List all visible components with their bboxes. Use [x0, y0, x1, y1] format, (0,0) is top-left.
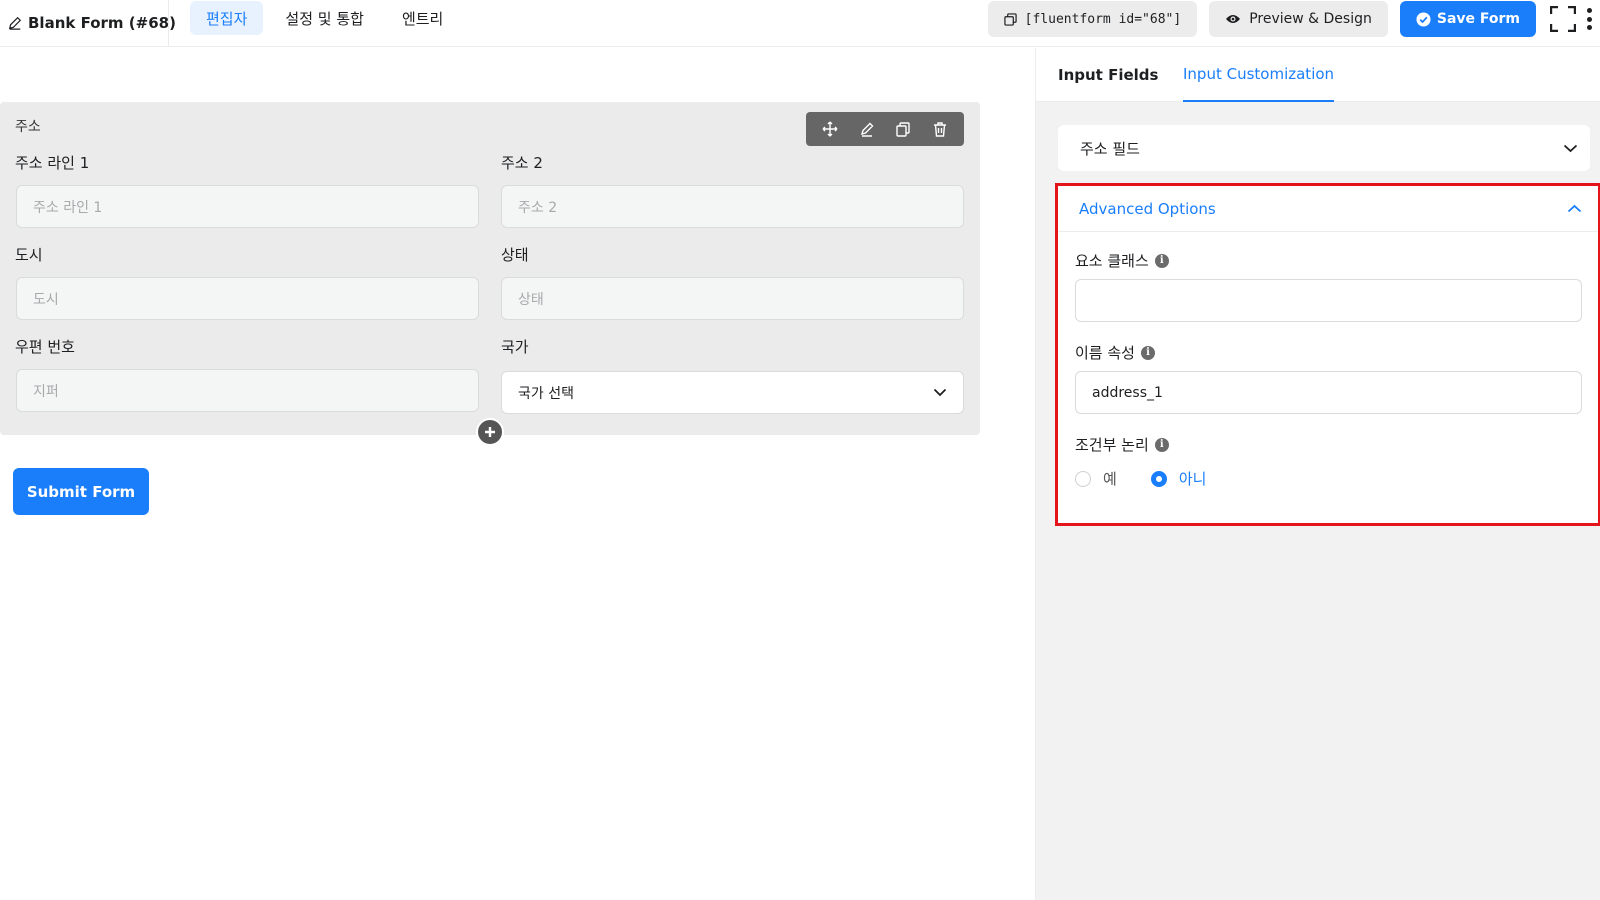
- radio-yes-circle[interactable]: [1075, 470, 1091, 487]
- chevron-down-icon: [933, 388, 947, 397]
- state-input[interactable]: 상태: [501, 277, 964, 320]
- preview-design-button[interactable]: Preview & Design: [1209, 1, 1388, 37]
- shortcode-text: [fluentform id="68"]: [1024, 11, 1182, 27]
- address-field-section[interactable]: 주소 필드: [1058, 125, 1590, 171]
- top-bar: Blank Form (#68) 편집자 설정 및 통합 엔트리 [fluent…: [0, 0, 1600, 47]
- radio-yes-label: 예: [1103, 470, 1117, 488]
- panel-tabs: Input Fields Input Customization: [1036, 48, 1600, 102]
- more-options-icon[interactable]: [1586, 6, 1592, 32]
- address-line1-input[interactable]: 주소 라인 1: [16, 185, 479, 228]
- save-form-button[interactable]: Save Form: [1399, 1, 1536, 37]
- advanced-options-header[interactable]: Advanced Options: [1058, 186, 1598, 232]
- zip-label: 우편 번호: [15, 338, 75, 356]
- element-class-label: 요소 클래스 i: [1075, 250, 1169, 271]
- zip-input[interactable]: 지퍼: [16, 369, 479, 412]
- shortcode-button[interactable]: [fluentform id="68"]: [987, 1, 1198, 37]
- tab-editor[interactable]: 편집자: [190, 1, 264, 35]
- tab-entries[interactable]: 엔트리: [386, 1, 459, 35]
- conditional-logic-label: 조건부 논리 i: [1075, 434, 1169, 455]
- address-field-label: 주소: [15, 119, 41, 135]
- plus-icon: [485, 427, 495, 437]
- save-form-label: Save Form: [1436, 11, 1520, 27]
- tab-input-customization[interactable]: Input Customization: [1183, 48, 1335, 102]
- check-circle-icon: [1416, 11, 1431, 27]
- radio-no[interactable]: 아니: [1150, 468, 1207, 489]
- city-input[interactable]: 도시: [16, 277, 479, 320]
- eye-icon: [1226, 15, 1241, 23]
- name-attribute-label-text: 이름 속성: [1075, 344, 1135, 362]
- trash-icon[interactable]: [932, 121, 948, 137]
- city-label: 도시: [15, 246, 43, 264]
- address-field-card[interactable]: 주소 주소 라인 1 주소 라인 1 주소 2 주소 2 도시 도시 상태 상태…: [0, 102, 980, 435]
- move-icon[interactable]: [822, 121, 838, 137]
- chevron-down-icon: [1563, 144, 1578, 152]
- form-title-text: Blank Form (#68): [28, 14, 176, 32]
- conditional-logic-label-text: 조건부 논리: [1075, 436, 1149, 454]
- state-label: 상태: [501, 246, 529, 264]
- advanced-options-title: Advanced Options: [1079, 199, 1216, 218]
- tab-input-fields[interactable]: Input Fields: [1058, 48, 1158, 102]
- submit-form-button[interactable]: Submit Form: [13, 468, 149, 515]
- fullscreen-icon[interactable]: [1550, 6, 1576, 32]
- field-toolbar: [806, 112, 964, 146]
- radio-no-label: 아니: [1178, 470, 1207, 488]
- divider: [168, 0, 169, 47]
- pencil-icon: [8, 16, 22, 30]
- settings-panel: Input Fields Input Customization 주소 필드 A…: [1035, 48, 1600, 900]
- chevron-up-icon: [1567, 204, 1582, 213]
- element-class-label-text: 요소 클래스: [1075, 252, 1149, 270]
- edit-icon[interactable]: [859, 121, 875, 137]
- conditional-logic-radios: 예 아니: [1075, 468, 1206, 489]
- name-attribute-label: 이름 속성 i: [1075, 342, 1155, 363]
- address-line1-label: 주소 라인 1: [15, 154, 90, 172]
- editor-tabs: 편집자 설정 및 통합 엔트리: [190, 1, 459, 35]
- name-attribute-input[interactable]: address_1: [1075, 371, 1582, 414]
- info-icon[interactable]: i: [1154, 253, 1169, 268]
- info-icon[interactable]: i: [1140, 345, 1155, 360]
- radio-yes[interactable]: 예: [1075, 468, 1117, 489]
- preview-design-label: Preview & Design: [1249, 11, 1372, 27]
- copy-icon: [1003, 12, 1017, 26]
- country-label: 국가: [501, 338, 529, 356]
- info-icon[interactable]: i: [1154, 437, 1169, 452]
- top-actions: [fluentform id="68"] Preview & Design Sa…: [987, 0, 1600, 38]
- tab-settings-integrations[interactable]: 설정 및 통합: [269, 1, 380, 35]
- duplicate-icon[interactable]: [895, 121, 911, 137]
- element-class-input[interactable]: [1075, 279, 1582, 322]
- form-editor-canvas: 주소 주소 라인 1 주소 라인 1 주소 2 주소 2 도시 도시 상태 상태…: [0, 48, 1035, 900]
- add-field-button[interactable]: [476, 418, 504, 446]
- section-title: 주소 필드: [1080, 139, 1140, 158]
- address-line2-label: 주소 2: [501, 154, 543, 172]
- address-line2-input[interactable]: 주소 2: [501, 185, 964, 228]
- advanced-options-panel: Advanced Options 요소 클래스 i 이름 속성 i addres…: [1055, 183, 1600, 526]
- form-title[interactable]: Blank Form (#68): [8, 8, 176, 38]
- country-select[interactable]: 국가 선택: [501, 371, 964, 414]
- radio-no-circle[interactable]: [1150, 470, 1167, 487]
- country-select-value: 국가 선택: [518, 385, 574, 402]
